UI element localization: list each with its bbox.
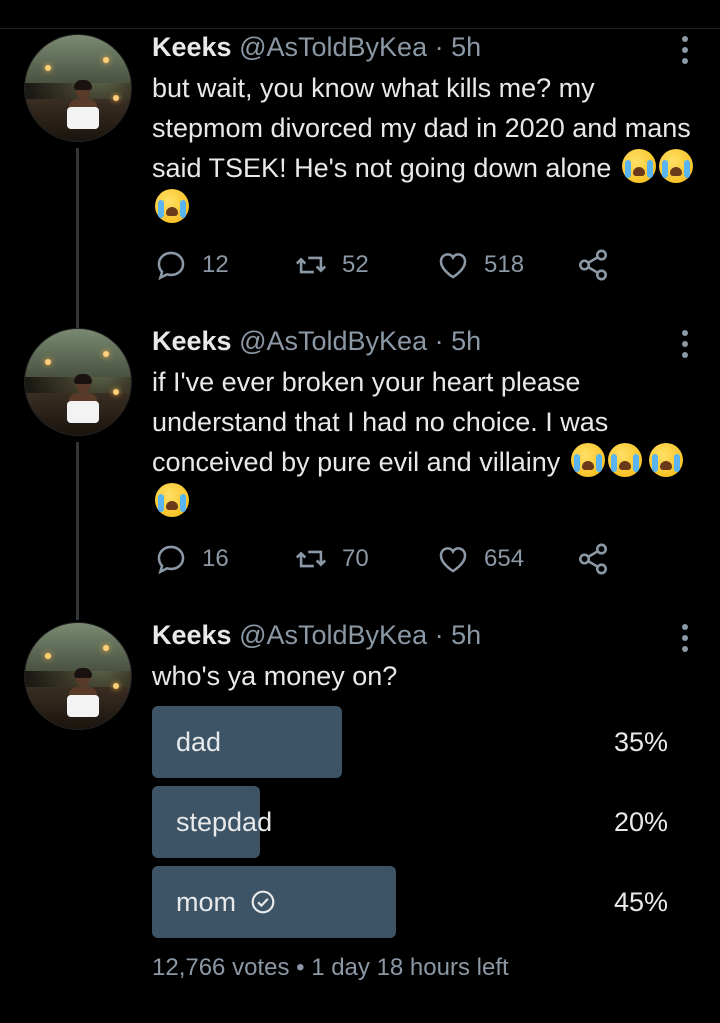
retweet-button[interactable]: 52 [294, 248, 369, 282]
tweet[interactable]: Keeks @AsToldByKea · 5h if I've ever bro… [0, 300, 720, 600]
loudly-crying-face-icon [649, 443, 684, 477]
tweet-header: Keeks @AsToldByKea · 5h [152, 30, 481, 64]
poll-option-dad[interactable]: dad 35% [152, 706, 670, 778]
retweet-count: 52 [342, 251, 369, 278]
retweet-icon [295, 550, 327, 568]
loudly-crying-face-icon [607, 443, 642, 477]
heart-icon [439, 547, 467, 573]
tweet-body: but wait, you know what kills me? my ste… [152, 73, 691, 183]
display-name[interactable]: Keeks [152, 620, 232, 650]
timestamp[interactable]: 5h [451, 32, 481, 62]
reply-count: 16 [202, 545, 229, 572]
loudly-crying-face-icon [570, 443, 605, 477]
retweet-button[interactable]: 70 [294, 542, 369, 576]
share-icon [578, 543, 608, 575]
heart-icon [439, 253, 467, 279]
like-button[interactable]: 654 [436, 542, 524, 576]
tweet-header: Keeks @AsToldByKea · 5h [152, 324, 481, 358]
separator-dot: · [434, 620, 444, 650]
like-button[interactable]: 518 [436, 248, 524, 282]
poll-percent: 20% [613, 807, 668, 837]
timestamp[interactable]: 5h [451, 326, 481, 356]
share-icon [578, 249, 608, 281]
tweet-text: who's ya money on? [152, 656, 697, 696]
user-handle[interactable]: @AsToldByKea [239, 326, 427, 356]
reply-button[interactable]: 12 [154, 248, 229, 282]
tweet-actions: 16 70 654 [152, 542, 632, 576]
share-button[interactable] [576, 542, 610, 576]
poll-option-label: mom [176, 866, 276, 938]
loudly-crying-face-icon [155, 483, 189, 517]
separator-dot: · [434, 326, 444, 356]
more-vertical-icon[interactable] [682, 330, 688, 358]
display-name[interactable]: Keeks [152, 32, 232, 62]
tweet-header: Keeks @AsToldByKea · 5h [152, 618, 481, 652]
tweet[interactable]: Keeks @AsToldByKea · 5h but wait, you kn… [0, 0, 720, 300]
separator-dot: · [434, 32, 444, 62]
timestamp[interactable]: 5h [451, 620, 481, 650]
user-handle[interactable]: @AsToldByKea [239, 32, 427, 62]
poll-option-mom[interactable]: mom 45% [152, 866, 670, 938]
poll-percent: 45% [613, 887, 668, 917]
share-button[interactable] [576, 248, 610, 282]
reply-count: 12 [202, 251, 229, 278]
avatar[interactable] [24, 622, 132, 730]
tweet-body: who's ya money on? [152, 661, 398, 691]
poll-option-label: stepdad [176, 807, 273, 837]
tweet-text: but wait, you know what kills me? my ste… [152, 68, 697, 228]
tweet-text: if I've ever broken your heart please un… [152, 362, 697, 522]
display-name[interactable]: Keeks [152, 326, 232, 356]
check-circle-icon [251, 890, 275, 914]
avatar[interactable] [24, 34, 132, 142]
retweet-icon [295, 256, 327, 274]
poll-percent: 35% [613, 727, 668, 757]
avatar[interactable] [24, 328, 132, 436]
reply-icon [157, 545, 185, 575]
poll-time-left: 1 day 18 hours left [311, 954, 509, 981]
poll-option-label: dad [176, 727, 222, 757]
retweet-count: 70 [342, 545, 369, 572]
tweet-body: if I've ever broken your heart please un… [152, 367, 609, 477]
loudly-crying-face-icon [658, 149, 693, 183]
more-vertical-icon[interactable] [682, 36, 688, 64]
reply-button[interactable]: 16 [154, 542, 229, 576]
user-handle[interactable]: @AsToldByKea [239, 620, 427, 650]
more-vertical-icon[interactable] [682, 624, 688, 652]
like-count: 518 [484, 251, 525, 278]
poll-votes: 12,766 votes [152, 954, 290, 981]
loudly-crying-face-icon [155, 189, 189, 223]
loudly-crying-face-icon [621, 149, 656, 183]
poll-meta: 12,766 votes • 1 day 18 hours left [152, 954, 509, 982]
tweet-actions: 12 52 518 [152, 248, 632, 282]
separator-dot: • [296, 954, 312, 981]
reply-icon [157, 251, 185, 281]
poll-option-stepdad[interactable]: stepdad 20% [152, 786, 670, 858]
like-count: 654 [484, 545, 525, 572]
